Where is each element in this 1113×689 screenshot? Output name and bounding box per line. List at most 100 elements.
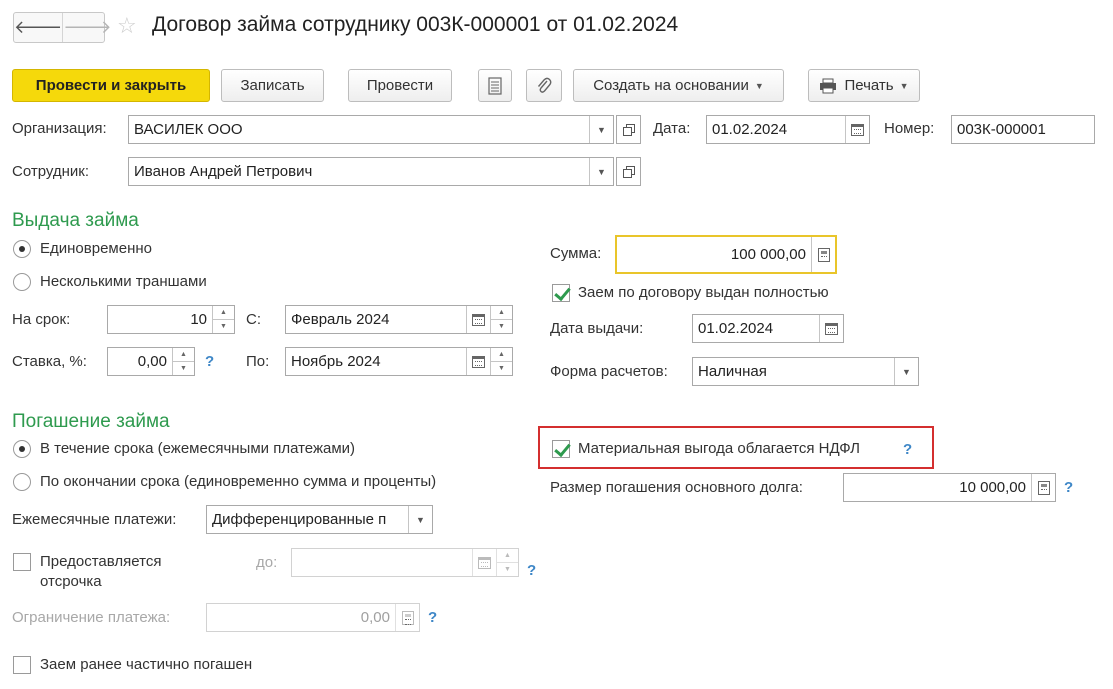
rate-spinner[interactable]: ▲ ▼ [172,348,194,375]
dropdown-arrow-icon[interactable]: ▼ [589,116,613,143]
sum-field[interactable]: 100 000,00 [615,235,837,274]
issue-date-label: Дата выдачи: [550,320,644,337]
payment-form-select[interactable]: Наличная ▼ [692,357,919,386]
print-button[interactable]: Печать ▼ [808,69,920,102]
rate-help-icon[interactable]: ? [205,353,214,371]
payment-form-value: Наличная [698,363,767,380]
spin-down-icon[interactable]: ▼ [213,319,234,333]
at-end-radio[interactable] [13,473,31,491]
ndfl-help-icon[interactable]: ? [903,441,912,459]
number-field[interactable]: 003К-000001 [951,115,1095,144]
term-spinner[interactable]: ▲ ▼ [212,306,234,333]
calculator-button[interactable] [395,604,419,631]
open-organization-button[interactable] [616,115,641,144]
post-button[interactable]: Провести [348,69,452,102]
create-based-on-label: Создать на основании [593,77,749,94]
from-period-spinner[interactable]: ▲ ▼ [490,306,512,333]
monthly-payments-value: Дифференцированные п [212,511,387,528]
calculator-icon [401,610,414,625]
create-based-on-button[interactable]: Создать на основании ▼ [573,69,784,102]
save-button[interactable]: Записать [221,69,324,102]
principal-help-icon[interactable]: ? [1064,479,1073,497]
issue-section-title: Выдача займа [12,210,139,231]
monthly-payments-label: Ежемесячные платежи: [12,511,177,528]
payment-form-label: Форма расчетов: [550,363,668,380]
post-and-close-button[interactable]: Провести и закрыть [12,69,210,102]
issue-date-value: 01.02.2024 [698,320,774,337]
calculator-button[interactable] [811,237,835,272]
calendar-button[interactable] [819,315,843,342]
one-time-label: Единовременно [40,240,152,257]
dropdown-caret-icon: ▼ [899,80,909,91]
calculator-icon [817,247,830,262]
number-label: Номер: [884,120,935,137]
organization-value: ВАСИЛЕК ООО [134,121,243,138]
spin-up-icon[interactable]: ▲ [491,348,512,361]
deferral-label-line2: отсрочка [40,573,102,590]
calendar-button[interactable] [466,306,490,333]
payment-limit-field[interactable]: 0,00 [206,603,420,632]
until-date-spinner[interactable]: ▲ ▼ [496,549,518,576]
employee-value: Иванов Андрей Петрович [134,163,313,180]
calendar-button[interactable] [845,116,869,143]
date-field[interactable]: 01.02.2024 [706,115,870,144]
dropdown-arrow-icon[interactable]: ▼ [894,358,918,385]
printer-icon [820,78,837,93]
dropdown-arrow-icon[interactable]: ▼ [408,506,432,533]
tranches-radio[interactable] [13,273,31,291]
deferral-help-icon[interactable]: ? [527,562,536,580]
spin-down-icon[interactable]: ▼ [173,361,194,375]
calendar-icon [472,355,485,368]
spin-down-icon[interactable]: ▼ [491,319,512,333]
one-time-radio[interactable] [13,240,31,258]
dropdown-arrow-icon[interactable]: ▼ [589,158,613,185]
spin-up-icon[interactable]: ▲ [173,348,194,361]
open-employee-button[interactable] [616,157,641,186]
monthly-radio[interactable] [13,440,31,458]
rate-field[interactable]: 0,00 ▲ ▼ [107,347,195,376]
partially-repaid-checkbox[interactable] [13,656,31,674]
calendar-button[interactable] [472,549,496,576]
tranches-label: Несколькими траншами [40,273,207,290]
rate-label: Ставка, %: [12,353,87,370]
at-end-label: По окончании срока (единовременно сумма … [40,473,437,490]
spin-down-icon[interactable]: ▼ [497,562,518,576]
sum-label: Сумма: [550,245,602,262]
ndfl-benefit-checkbox[interactable] [552,440,570,458]
from-label: С: [246,311,261,328]
calculator-button[interactable] [1031,474,1055,501]
spin-down-icon[interactable]: ▼ [491,361,512,375]
navigation-buttons: 🡐 🡒 [13,12,112,43]
forward-arrow-icon[interactable]: 🡒 [62,13,112,42]
favorite-star-icon[interactable]: ☆ [117,13,137,39]
principal-repayment-field[interactable]: 10 000,00 [843,473,1056,502]
fully-issued-checkbox[interactable] [552,284,570,302]
open-window-icon [622,123,635,136]
to-period-spinner[interactable]: ▲ ▼ [490,348,512,375]
spin-up-icon[interactable]: ▲ [213,306,234,319]
page-title: Договор займа сотруднику 003К-000001 от … [152,13,679,36]
back-arrow-icon[interactable]: 🡐 [14,13,62,42]
calculator-icon [1037,480,1050,495]
payment-limit-help-icon[interactable]: ? [428,609,437,627]
document-list-button[interactable] [478,69,512,102]
attach-files-button[interactable] [526,69,562,102]
spin-up-icon[interactable]: ▲ [491,306,512,319]
payment-limit-value: 0,00 [360,609,390,626]
deferral-checkbox[interactable] [13,553,31,571]
until-label: до: [256,554,278,571]
principal-repayment-value: 10 000,00 [959,479,1026,496]
calendar-icon [478,556,491,569]
monthly-payments-select[interactable]: Дифференцированные п ▼ [206,505,433,534]
list-icon [488,76,502,95]
dropdown-caret-icon: ▼ [754,80,764,91]
from-period-field[interactable]: Февраль 2024 ▲ ▼ [285,305,513,334]
until-date-field[interactable]: ▲ ▼ [291,548,519,577]
spin-up-icon[interactable]: ▲ [497,549,518,562]
calendar-button[interactable] [466,348,490,375]
employee-field[interactable]: Иванов Андрей Петрович ▼ [128,157,614,186]
issue-date-field[interactable]: 01.02.2024 [692,314,844,343]
to-period-field[interactable]: Ноябрь 2024 ▲ ▼ [285,347,513,376]
term-field[interactable]: 10 ▲ ▼ [107,305,235,334]
organization-field[interactable]: ВАСИЛЕК ООО ▼ [128,115,614,144]
